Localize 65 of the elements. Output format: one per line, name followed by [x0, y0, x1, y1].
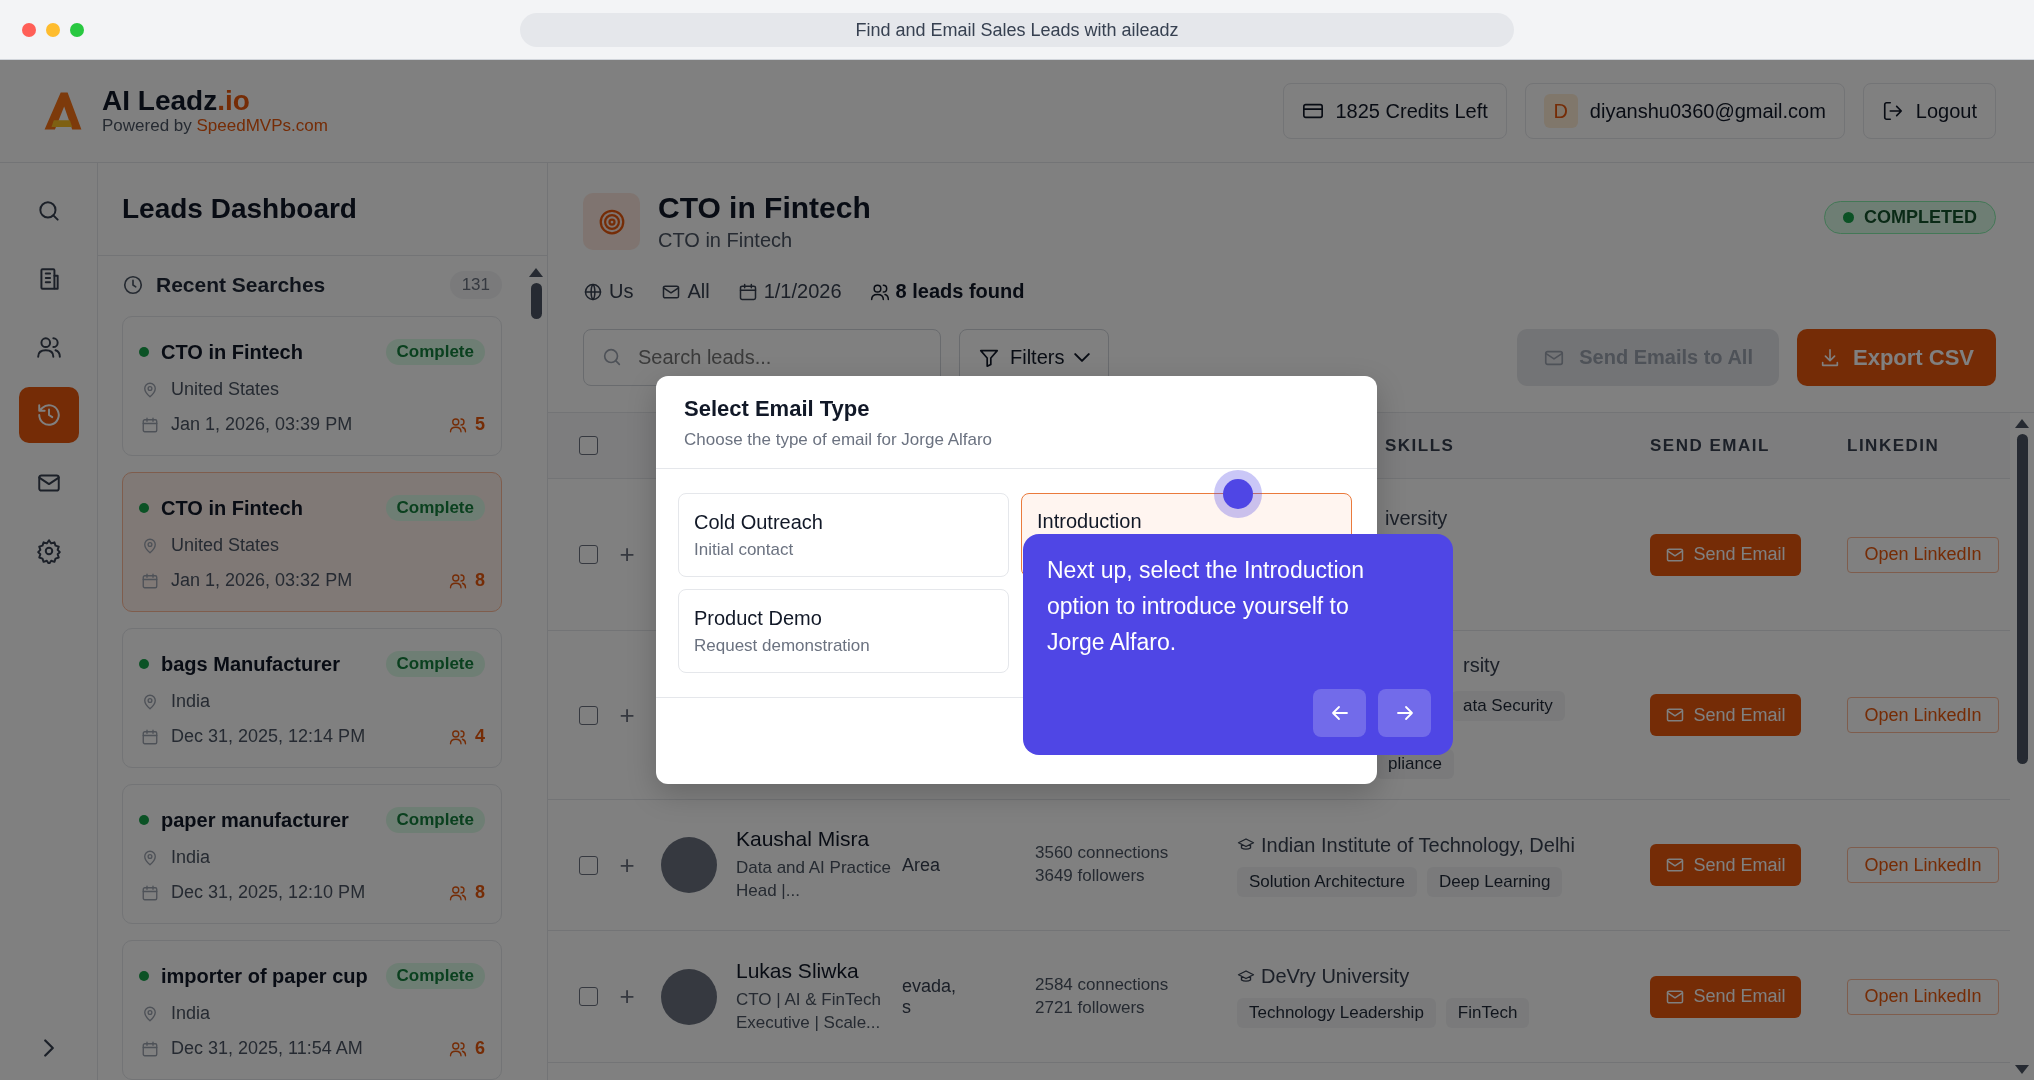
lead-headline: CTO | AI & FinTech Executive | Scale... [736, 988, 882, 1034]
recent-count-badge: 131 [449, 271, 502, 299]
education-text: DeVry University [1261, 965, 1410, 988]
lead-name: Kaushal Misra [736, 827, 871, 852]
search-date: Dec 31, 2025, 12:10 PM [171, 882, 366, 903]
search-location: India [171, 847, 211, 868]
search-subtitle: CTO in Fintech [658, 229, 794, 252]
search-date: Jan 1, 2026, 03:32 PM [171, 570, 353, 591]
skill-tag: Solution Architecture [1237, 866, 1417, 897]
dialog-title: Select Email Type [684, 396, 871, 422]
search-title: CTO in Fintech [161, 496, 303, 520]
skill-tag: Deep Learning [1426, 866, 1563, 897]
recent-searches-label: Recent Searches [156, 273, 326, 297]
dialog-subtitle: Choose the type of email for Jorge Alfaro [684, 430, 994, 450]
search-location: United States [171, 379, 280, 400]
status-badge: Complete [385, 963, 485, 989]
search-date: Dec 31, 2025, 11:54 AM [171, 1038, 363, 1059]
column-header: SKILLS [1385, 435, 1456, 456]
leads-count: 5 [475, 414, 485, 435]
search-title: CTO in Fintech [161, 340, 303, 364]
search-date: Jan 1, 2026, 03:39 PM [171, 414, 353, 435]
search-location: United States [171, 535, 280, 556]
education-text: rsity [1463, 654, 1500, 677]
search-location: India [171, 1003, 211, 1024]
brand-name: AI Leadz.io [102, 86, 251, 116]
tour-message: Next up, select the Introduction option to introduce yourself to Jorge Alfaro. [1047, 556, 1366, 657]
search-location: India [171, 691, 211, 712]
search-meta-text: 8 leads found [895, 280, 1025, 303]
connections-count: 3560 connections [1035, 842, 1170, 865]
lead-location: s [902, 996, 912, 1018]
search-date: Dec 31, 2025, 12:14 PM [171, 726, 366, 747]
search-heading: CTO in Fintech [658, 191, 871, 225]
education-text: iversity [1385, 507, 1448, 530]
column-header: SEND EMAIL [1650, 435, 1771, 456]
status-badge: COMPLETED [1824, 201, 1996, 234]
lead-headline: Data and AI Practice Head |... [736, 857, 892, 902]
search-meta-text: Us [609, 280, 634, 303]
search-title: paper manufacturer [161, 808, 349, 832]
leads-count: 8 [475, 882, 485, 903]
connections-count: 2584 connections [1035, 973, 1170, 996]
search-meta-text: 1/1/2026 [763, 280, 842, 303]
lead-location: evada, [902, 975, 958, 997]
leads-count: 8 [475, 570, 485, 591]
skill-tag: ata Security [1451, 691, 1565, 721]
avatar-initial: D [1543, 94, 1578, 128]
brand-tagline: Powered by SpeedMVPs.com [102, 115, 328, 136]
leads-count: 6 [475, 1038, 485, 1059]
sidebar-title: Leads Dashboard [122, 193, 357, 225]
status-badge: Complete [385, 495, 485, 521]
search-title: importer of paper cup [161, 964, 368, 988]
status-badge: Complete [385, 807, 485, 833]
status-badge: Complete [385, 651, 485, 677]
search-meta-text: All [687, 280, 710, 303]
followers-count: 2721 followers [1035, 996, 1146, 1019]
status-badge: Complete [385, 339, 485, 365]
skill-tag: Technology Leadership [1237, 998, 1436, 1028]
followers-count: 3649 followers [1035, 865, 1146, 887]
column-header: LINKEDIN [1847, 435, 1941, 456]
search-title: bags Manufacturer [161, 652, 340, 676]
lead-name: Lukas Sliwka [736, 958, 860, 983]
credits-indicator: 1825 Credits Left [1282, 83, 1507, 139]
skill-tag: FinTech [1445, 998, 1530, 1028]
education-text: Indian Institute of Technology, Delhi [1261, 833, 1575, 857]
lead-location: Area [902, 854, 942, 876]
leads-count: 4 [475, 726, 485, 747]
